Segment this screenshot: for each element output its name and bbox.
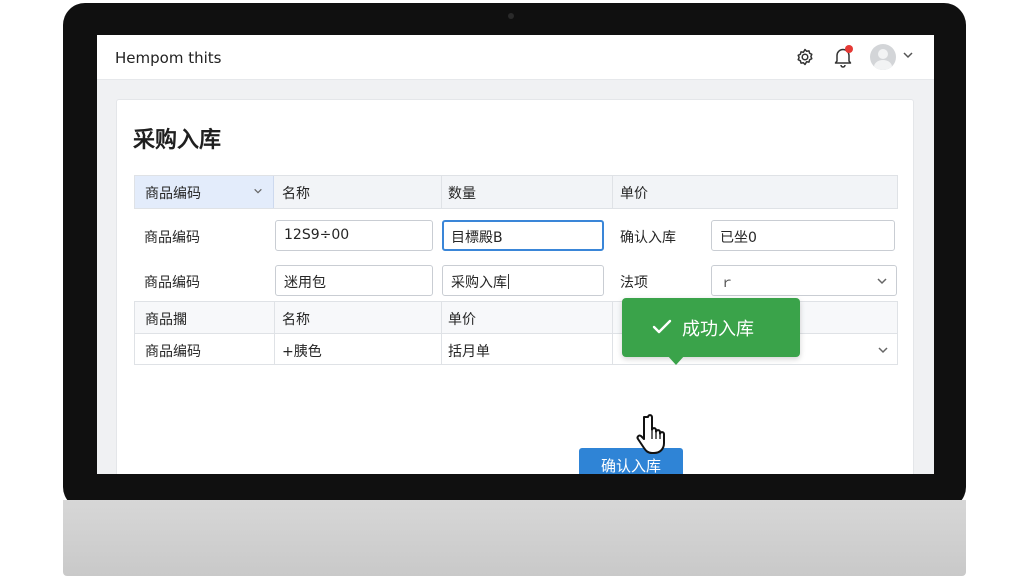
app-title: Hempom thits [115,49,222,67]
header-col2: 名称 [282,186,310,202]
avatar[interactable] [870,44,896,70]
hand-cursor-icon [636,414,665,454]
detail-r2c2: +胰色 [282,344,322,360]
divider [274,302,275,364]
confirm-value-input[interactable]: 已坐0 [711,220,895,251]
row2-label: 商品编码 [144,275,200,291]
divider [441,302,442,364]
purchase-type-input[interactable]: 采购入库 [442,265,604,296]
chevron-down-icon[interactable] [877,344,889,356]
divider [441,176,442,208]
product-code-input[interactable]: 12S9÷00 [275,220,433,251]
screen: Hempom thits 采购入库 商品编码 名称 数量 单价 商品编码 12S… [97,35,934,474]
success-toast: 成功入库 [622,298,800,357]
avatar-body [874,60,892,70]
divider [612,302,613,364]
chevron-down-icon[interactable] [902,49,914,61]
option-select[interactable]: ｒ [711,265,897,296]
chevron-down-icon [877,278,887,285]
avatar-head [878,49,888,59]
row1-label: 商品编码 [144,230,200,246]
option-select-value: ｒ [720,275,734,291]
camera [508,13,514,19]
quantity-value: 目標殿Β [451,230,503,246]
header-col1: 商品编码 [145,186,201,202]
chevron-down-icon [254,188,262,194]
gear-icon[interactable] [795,47,815,67]
option-label: 法项 [620,275,648,291]
product-name-input[interactable]: 迷用包 [275,265,433,296]
text-caret [508,274,509,289]
purchase-type-value: 采购入库 [451,275,507,291]
detail-r2c3: 括月单 [448,344,490,360]
inbound-panel: 采购入库 商品编码 名称 数量 单价 商品编码 12S9÷00 目標殿Β 确认入… [116,99,914,474]
top-bar: Hempom thits [97,35,934,80]
quantity-input[interactable]: 目標殿Β [442,220,604,251]
check-icon [652,319,672,334]
notification-badge [845,45,853,53]
product-code-select[interactable]: 商品编码 [135,176,274,208]
detail-r1c1: 商品擱 [145,312,187,328]
header-col4: 单价 [620,186,648,202]
product-code-value: 12S9÷00 [284,227,350,243]
page-title: 采购入库 [133,128,222,153]
product-name-value: 迷用包 [284,275,326,291]
detail-r2c1: 商品编码 [145,344,201,360]
toast-message: 成功入库 [682,319,754,340]
table-header: 商品编码 名称 数量 单价 [134,175,898,209]
toast-pointer [667,355,685,365]
header-col3: 数量 [448,186,476,202]
confirm-label: 确认入库 [620,230,676,246]
confirm-value: 已坐0 [720,230,757,246]
divider [612,176,613,208]
detail-r1c2: 名称 [282,312,310,328]
monitor-chin [63,500,966,576]
detail-r1c3: 单价 [448,312,476,328]
